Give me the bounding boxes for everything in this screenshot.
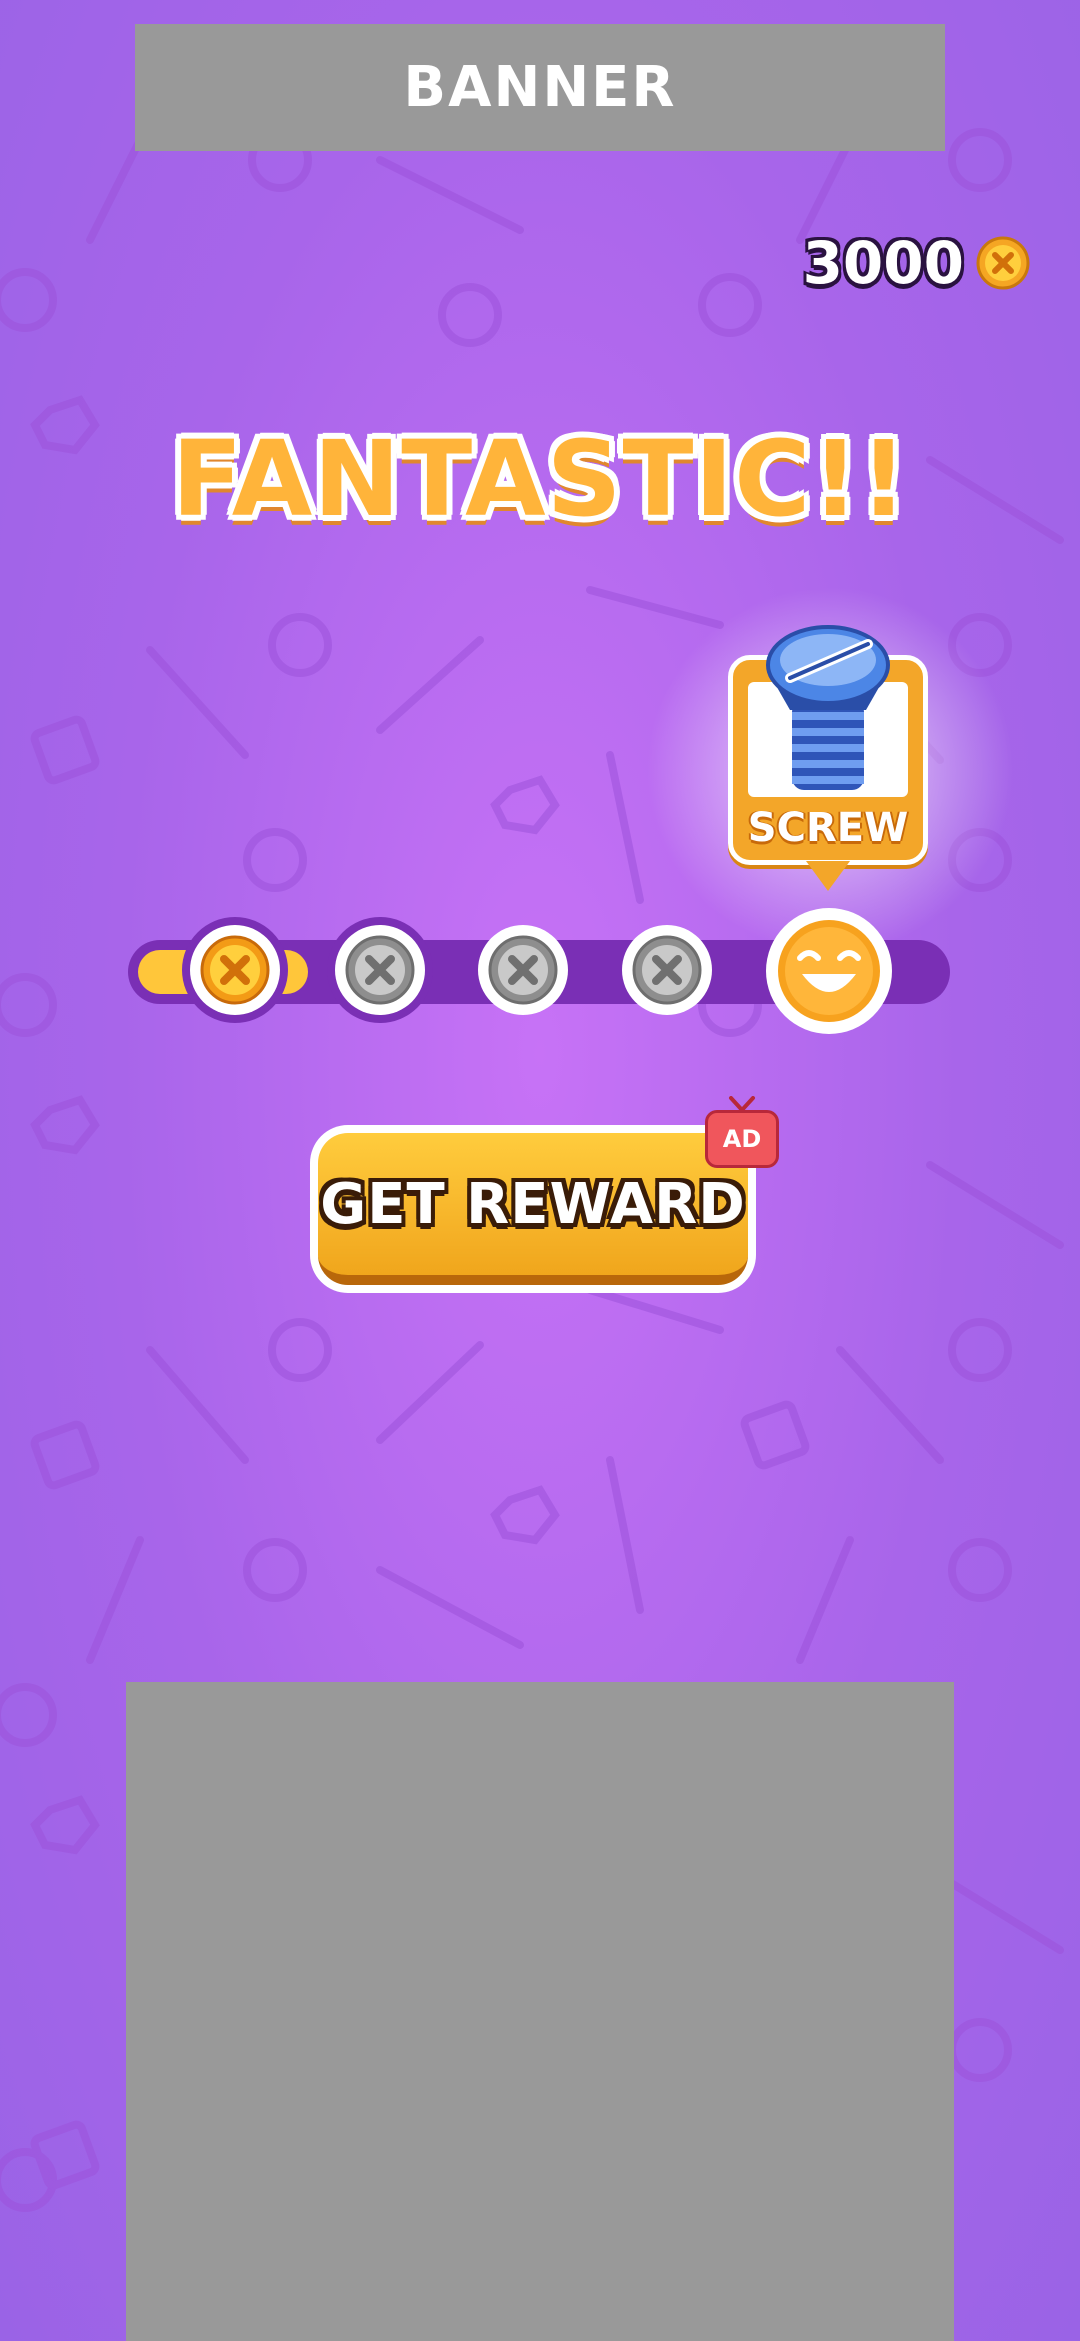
ad-badge-label: AD [722, 1125, 762, 1153]
banner-label: BANNER [403, 55, 677, 120]
silver-screw-icon [488, 935, 558, 1005]
reward-label: SCREW [747, 805, 909, 851]
progress-node-2 [335, 925, 425, 1015]
laughing-face-icon [778, 920, 880, 1022]
silver-screw-icon [345, 935, 415, 1005]
banner-ad-placeholder: BANNER [135, 24, 945, 151]
progress-node-goal [766, 908, 892, 1034]
gold-screw-icon [200, 935, 270, 1005]
reward-card-pointer [806, 861, 850, 891]
result-title: FANTASTIC!! [171, 418, 909, 540]
tv-icon: AD [705, 1110, 779, 1168]
get-reward-button[interactable]: GET REWARD [310, 1125, 756, 1293]
progress-node-3 [478, 925, 568, 1015]
blue-screw-icon [766, 625, 890, 790]
ad-placeholder [126, 1682, 954, 2341]
silver-screw-icon [632, 935, 702, 1005]
reward-card: SCREW [728, 625, 928, 895]
coin-amount: 3000 [802, 229, 964, 297]
get-reward-button-face[interactable]: GET REWARD [318, 1133, 748, 1285]
progress-node-1 [190, 925, 280, 1015]
progress-node-4 [622, 925, 712, 1015]
coin-icon [976, 236, 1030, 290]
get-reward-label: GET REWARD [320, 1171, 746, 1237]
ad-badge: AD [705, 1096, 779, 1172]
coin-counter: 3000 [803, 228, 1030, 298]
